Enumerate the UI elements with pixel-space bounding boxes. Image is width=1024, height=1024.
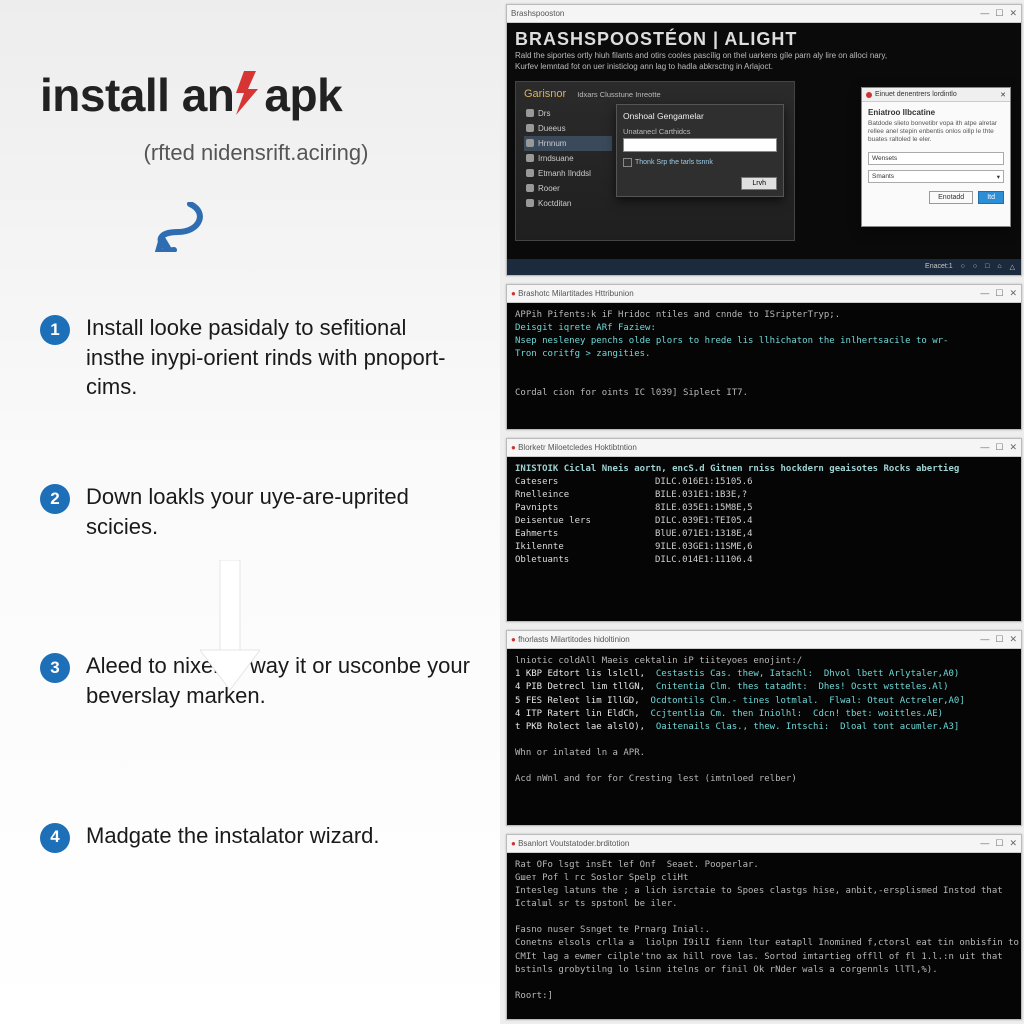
minimize-icon[interactable]: — (980, 839, 989, 848)
maximize-icon[interactable]: ☐ (995, 9, 1003, 18)
swoosh-icon (150, 202, 472, 257)
minimize-icon[interactable]: — (980, 635, 989, 644)
window-titlebar[interactable]: Brashspooston — ☐ ✕ (507, 5, 1021, 23)
dot-icon (866, 92, 872, 98)
sidebar-item[interactable]: Etmanh Ilnddsl (524, 166, 612, 181)
sidebar-item[interactable]: Dueeus (524, 121, 612, 136)
app-desc: Rald the siportes ortly hiuh filants and… (515, 51, 1013, 61)
step-number: 3 (40, 653, 70, 683)
minimize-icon[interactable]: — (980, 9, 989, 18)
dialog-ok-button[interactable]: Lrvh (741, 177, 777, 190)
terminal-body[interactable]: lniotic coldAll Maeis cektalin iP tiitey… (507, 649, 1021, 825)
app-window: Brashspooston — ☐ ✕ BRASHSPOOSTÉON | ALI… (506, 4, 1022, 276)
maximize-icon[interactable]: ☐ (995, 443, 1003, 452)
terminal-body[interactable]: INISTOIK Ciclal Nneis aortn, encS.d Gitn… (507, 457, 1021, 622)
step-number: 4 (40, 823, 70, 853)
arrow-down-icon (200, 560, 260, 690)
light-dialog-titlebar[interactable]: Einuet denentrers lordintlo ✕ (862, 88, 1010, 102)
step-number: 1 (40, 315, 70, 345)
dialog-checkbox[interactable]: Thonk Srp the tarls tsnnk (623, 158, 777, 167)
step-item: 2Down loakls your uye-are-uprited scicie… (40, 482, 470, 541)
window-titlebar[interactable]: ● Bsanlort Voutstatoder.brditotion —☐✕ (507, 835, 1021, 853)
maximize-icon[interactable]: ☐ (995, 289, 1003, 298)
light-dialog-text: Batdode slieto bonvetibr vopa ith atpe a… (868, 120, 1004, 144)
step-item: 4Madgate the instalator wizard. (40, 821, 470, 853)
terminal-window: ● fhorlasts Milartitodes hidoltinion —☐✕… (506, 630, 1022, 826)
window-titlebar[interactable]: ● Blorketr Miloetcledes Hoktibtntion —☐✕ (507, 439, 1021, 457)
light-field[interactable]: Smants▾ (868, 170, 1004, 183)
app-desc: Kurfev lemntad fot on uer inisticlog ann… (515, 62, 1013, 72)
window-titlebar[interactable]: ● fhorlasts Milartitodes hidoltinion —☐✕ (507, 631, 1021, 649)
dark-dialog: Onshoal Gengamelar Unatanecl Carthidcs T… (616, 104, 784, 197)
cancel-button[interactable]: Enotadd (929, 191, 973, 204)
page-subtitle: (rfted nidensrift.aciring) (40, 140, 472, 166)
close-icon[interactable]: ✕ (1009, 289, 1017, 298)
sidebar-item[interactable]: Rooer (524, 181, 612, 196)
dialog-input[interactable] (623, 138, 777, 152)
close-icon[interactable]: ✕ (1009, 9, 1017, 18)
light-dialog: Einuet denentrers lordintlo ✕ Eniatroo I… (861, 87, 1011, 227)
terminal-body[interactable]: APPih Pifents:k iF Hridoc ntiles and cnn… (507, 303, 1021, 429)
light-field[interactable]: Wensets (868, 152, 1004, 165)
status-bar: Enacet:1 ○ ○ □ ⌂ △ (507, 259, 1021, 275)
maximize-icon[interactable]: ☐ (995, 839, 1003, 848)
sidebar-item[interactable]: Hrnnum (524, 136, 612, 151)
close-icon[interactable]: ✕ (1000, 91, 1006, 99)
sidebar-item[interactable]: Irndsuane (524, 151, 612, 166)
close-icon[interactable]: ✕ (1009, 839, 1017, 848)
close-icon[interactable]: ✕ (1009, 443, 1017, 452)
chevron-down-icon: ▾ (997, 173, 1000, 181)
sidebar-item[interactable]: Koctditan (524, 196, 612, 211)
light-dialog-heading: Eniatroo Ilbcatine (868, 108, 1004, 117)
terminal-window: ● Blorketr Miloetcledes Hoktibtntion —☐✕… (506, 438, 1022, 623)
minimize-icon[interactable]: — (980, 289, 989, 298)
panel-title: Garisnor Idxars Clusstune Inreotte (524, 88, 786, 100)
terminal-table: CatesersDILC.016E1:15105.6 RnelleinceBIL… (515, 476, 1013, 567)
page-title: install an apk (40, 68, 342, 122)
panel-sidebar: Drs Dueeus Hrnnum Irndsuane Etmanh Ilndd… (524, 106, 612, 211)
settings-panel: Garisnor Idxars Clusstune Inreotte Drs D… (515, 81, 795, 241)
minimize-icon[interactable]: — (980, 443, 989, 452)
app-brand: BRASHSPOOSTÉON | ALIGHT (515, 29, 1013, 50)
dialog-title: Onshoal Gengamelar (623, 111, 777, 121)
window-titlebar[interactable]: ● Brashotc Milartitades Httribunion —☐✕ (507, 285, 1021, 303)
terminal-window: ● Brashotc Milartitades Httribunion —☐✕ … (506, 284, 1022, 430)
field-label: Unatanecl Carthidcs (623, 127, 777, 136)
terminal-body[interactable]: Rat ОFo lsgt insEt lef Onf Seaet. Pooper… (507, 853, 1021, 1019)
maximize-icon[interactable]: ☐ (995, 635, 1003, 644)
terminal-window: ● Bsanlort Voutstatoder.brditotion —☐✕ R… (506, 834, 1022, 1020)
ok-button[interactable]: Itd (978, 191, 1004, 204)
sidebar-item[interactable]: Drs (524, 106, 612, 121)
step-number: 2 (40, 484, 70, 514)
close-icon[interactable]: ✕ (1009, 635, 1017, 644)
step-item: 1Install looke pasidaly to sefitional in… (40, 313, 470, 402)
